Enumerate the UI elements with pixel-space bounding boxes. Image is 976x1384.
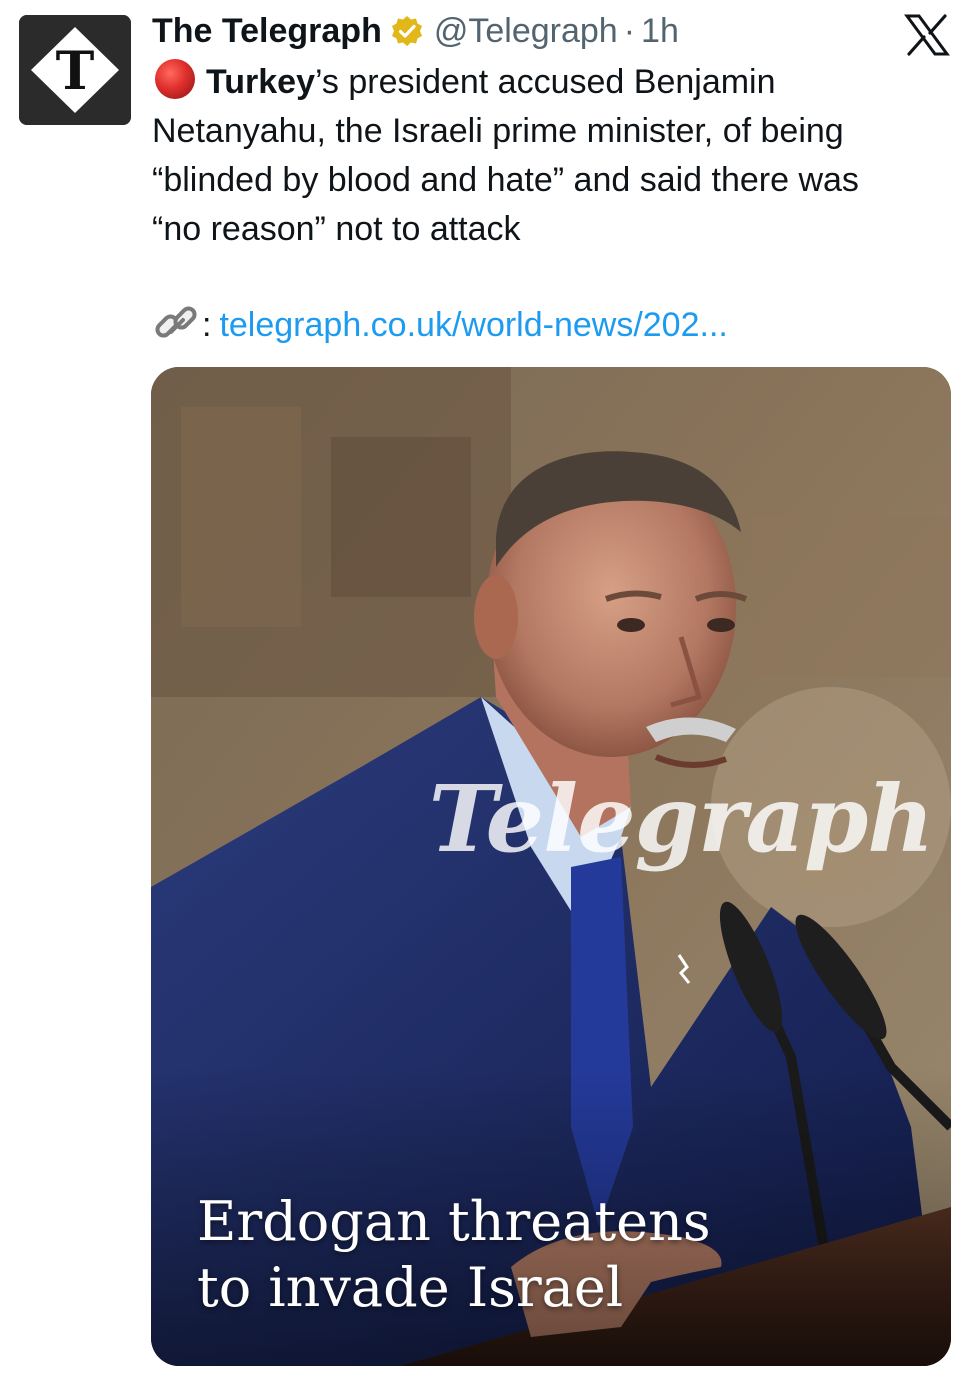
image-headline-line-2: to invade Israel [197,1256,624,1319]
telegraph-t-logo-icon: T [19,15,131,125]
article-link[interactable]: telegraph.co.uk/world-news/202... [219,306,727,345]
author-handle[interactable]: @Telegraph [434,12,618,51]
verified-badge-icon[interactable] [390,14,424,48]
tweet-text-line-1: Turkey’s president accused Benjamin [152,56,962,107]
link-row: : telegraph.co.uk/world-news/202... [152,300,728,350]
image-headline: Erdogan threatens to invade Israel [197,1189,897,1321]
link-icon [152,300,202,350]
header-separator: · [623,11,636,50]
author-name[interactable]: The Telegraph [152,12,382,51]
tweet-header: The Telegraph @Telegraph · 1h [152,6,679,56]
red-circle-icon [152,56,198,102]
tweet-text-line-3: “blinded by blood and hate” and said the… [152,161,859,199]
tweet-text-line-2: Netanyahu, the Israeli prime minister, o… [152,112,844,150]
author-avatar[interactable]: T [19,15,131,125]
tweet-text: Turkey’s president accused Benjamin Neta… [152,56,962,254]
link-colon: : [202,305,212,344]
hashtag-turkey: Turkey [206,63,315,101]
tweet-text-line-4: “no reason” not to attack [152,210,521,248]
x-logo-icon[interactable] [904,14,950,56]
svg-text:T: T [56,41,95,102]
tweet-media-image[interactable]: Telegraph Erdogan threatens to invade Is… [151,367,951,1366]
tweet-text-segment: ’s president accused Benjamin [314,63,776,101]
tweet-card[interactable]: T The Telegraph @Telegraph · 1h Turkey’s… [0,0,976,1384]
tweet-timestamp[interactable]: 1h [641,12,679,51]
image-headline-line-1: Erdogan threatens [197,1190,711,1253]
